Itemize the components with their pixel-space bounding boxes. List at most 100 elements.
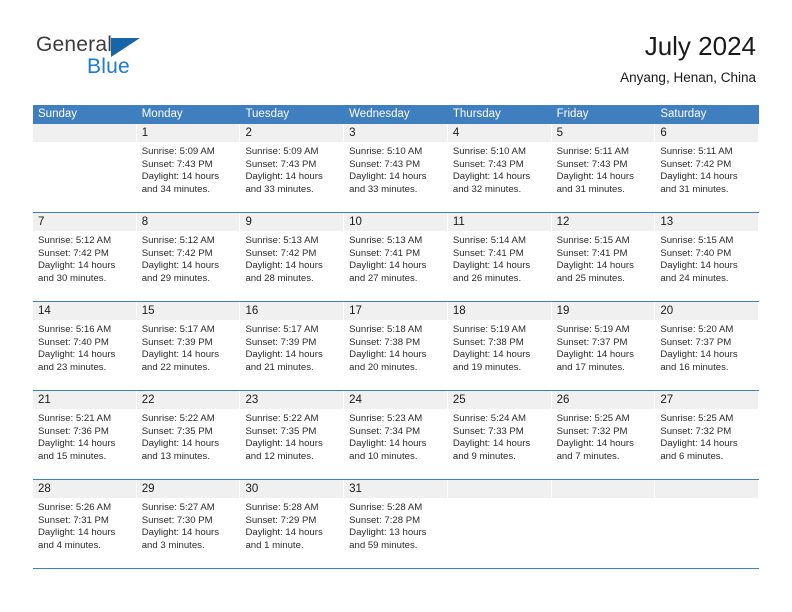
day-cell[interactable]: 4 Sunrise: 5:10 AM Sunset: 7:43 PM Daylight… <box>447 124 552 212</box>
day-cell[interactable]: 18 Sunrise: 5:19 AM Sunset: 7:38 PM Dayligh… <box>447 302 552 390</box>
day-detail-line: Sunrise: 5:22 AM <box>141 413 215 424</box>
day-cell[interactable]: 5 Sunrise: 5:11 AM Sunset: 7:43 PM Daylight… <box>551 124 656 212</box>
day-detail-line: and 31 minutes. <box>556 183 625 195</box>
day-cell[interactable]: 23 Sunrise: 5:22 AM Sunset: 7:35 PM Dayligh… <box>240 391 345 479</box>
calendar-weeks: 1 Sunrise: 5:09 AM Sunset: 7:43 PM Daylight… <box>33 124 760 569</box>
day-detail-line: and 7 minutes. <box>556 450 620 462</box>
day-detail-line: Sunset: 7:39 PM <box>245 336 317 348</box>
day-detail-line: Daylight: 14 hours <box>660 349 738 361</box>
day-detail-line: Sunset: 7:43 PM <box>452 158 524 170</box>
day-cell[interactable]: 6 Sunrise: 5:11 AM Sunset: 7:42 PM Daylight… <box>655 124 760 212</box>
day-detail-line: Daylight: 14 hours <box>452 171 531 183</box>
day-detail-line: Daylight: 14 hours <box>452 349 531 361</box>
day-cell[interactable]: 30 Sunrise: 5:28 AM Sunset: 7:29 PM Dayligh… <box>240 480 345 568</box>
day-detail-line: Daylight: 14 hours <box>349 260 427 272</box>
day-number: 27 <box>655 391 760 409</box>
day-number: 3 <box>344 124 448 142</box>
day-detail-line: Sunset: 7:42 PM <box>245 247 317 259</box>
day-detail-line: Sunset: 7:28 PM <box>349 514 421 526</box>
day-cell[interactable]: 16 Sunrise: 5:17 AM Sunset: 7:39 PM Dayligh… <box>240 302 345 390</box>
calendar-week-row: 28 Sunrise: 5:26 AM Sunset: 7:31 PM Dayligh… <box>33 480 760 569</box>
day-detail-line: Daylight: 14 hours <box>245 527 323 539</box>
day-detail-line: Sunset: 7:31 PM <box>38 514 109 526</box>
day-detail-line: Daylight: 14 hours <box>245 171 323 183</box>
day-detail-line: Sunset: 7:42 PM <box>141 247 213 259</box>
day-number: 24 <box>344 391 448 409</box>
day-cell[interactable]: 1 Sunrise: 5:09 AM Sunset: 7:43 PM Daylight… <box>136 124 241 212</box>
day-detail-line: Daylight: 14 hours <box>141 171 220 183</box>
day-number: 10 <box>344 213 448 231</box>
day-details: Sunrise: 5:15 AM Sunset: 7:41 PM Daylight:… <box>552 231 656 285</box>
day-cell[interactable]: 10 Sunrise: 5:13 AM Sunset: 7:41 PM Dayligh… <box>344 213 448 301</box>
day-detail-line: and 15 minutes. <box>38 450 107 462</box>
day-cell[interactable]: 28 Sunrise: 5:26 AM Sunset: 7:31 PM Dayligh… <box>33 480 137 568</box>
day-detail-line: Sunrise: 5:13 AM <box>245 235 319 246</box>
day-details: Sunrise: 5:23 AM Sunset: 7:34 PM Daylight:… <box>344 409 448 463</box>
day-cell[interactable]: 20 Sunrise: 5:20 AM Sunset: 7:37 PM Dayligh… <box>655 302 760 390</box>
day-detail-line: Daylight: 14 hours <box>141 438 220 450</box>
day-cell[interactable]: 15 Sunrise: 5:17 AM Sunset: 7:39 PM Dayligh… <box>136 302 241 390</box>
day-cell[interactable]: 24 Sunrise: 5:23 AM Sunset: 7:34 PM Dayligh… <box>344 391 448 479</box>
day-cell[interactable]: 13 Sunrise: 5:15 AM Sunset: 7:40 PM Dayligh… <box>655 213 760 301</box>
day-cell[interactable]: 9 Sunrise: 5:13 AM Sunset: 7:42 PM Daylight… <box>240 213 345 301</box>
day-detail-line: Sunrise: 5:11 AM <box>556 146 629 157</box>
day-details: Sunrise: 5:12 AM Sunset: 7:42 PM Daylight:… <box>33 231 137 285</box>
day-detail-line: Sunset: 7:42 PM <box>38 247 109 259</box>
day-detail-line: Sunrise: 5:17 AM <box>245 324 319 335</box>
general-blue-logo[interactable]: General Blue <box>36 33 236 85</box>
day-number: 15 <box>136 302 241 320</box>
day-cell[interactable]: 7 Sunrise: 5:12 AM Sunset: 7:42 PM Daylight… <box>33 213 137 301</box>
day-number: 20 <box>655 302 760 320</box>
day-detail-line: and 30 minutes. <box>38 272 107 284</box>
day-cell[interactable]: 31 Sunrise: 5:28 AM Sunset: 7:28 PM Dayligh… <box>344 480 448 568</box>
day-details: Sunrise: 5:25 AM Sunset: 7:32 PM Daylight:… <box>552 409 656 463</box>
day-number: 1 <box>136 124 241 142</box>
day-details: Sunrise: 5:13 AM Sunset: 7:42 PM Daylight:… <box>240 231 344 285</box>
day-detail-line: Daylight: 14 hours <box>349 349 427 361</box>
day-detail-line: and 34 minutes. <box>141 183 210 195</box>
day-cell[interactable]: 29 Sunrise: 5:27 AM Sunset: 7:30 PM Dayligh… <box>136 480 241 568</box>
day-cell[interactable]: 12 Sunrise: 5:15 AM Sunset: 7:41 PM Dayligh… <box>551 213 656 301</box>
day-cell[interactable]: 25 Sunrise: 5:24 AM Sunset: 7:33 PM Dayligh… <box>447 391 552 479</box>
day-cell[interactable]: 17 Sunrise: 5:18 AM Sunset: 7:38 PM Dayligh… <box>344 302 448 390</box>
day-cell[interactable]: 21 Sunrise: 5:21 AM Sunset: 7:36 PM Dayligh… <box>33 391 137 479</box>
day-detail-line: Daylight: 14 hours <box>556 349 634 361</box>
day-number: 5 <box>551 124 656 142</box>
day-cell[interactable]: 26 Sunrise: 5:25 AM Sunset: 7:32 PM Dayligh… <box>551 391 656 479</box>
title-block: July 2024 Anyang, Henan, China <box>620 30 756 88</box>
day-details: Sunrise: 5:09 AM Sunset: 7:43 PM Daylight:… <box>240 142 344 196</box>
day-detail-line: Sunset: 7:37 PM <box>660 336 732 348</box>
day-cell[interactable]: 19 Sunrise: 5:19 AM Sunset: 7:37 PM Dayligh… <box>551 302 656 390</box>
day-details: Sunrise: 5:14 AM Sunset: 7:41 PM Daylight:… <box>448 231 552 285</box>
day-detail-line: Sunset: 7:29 PM <box>245 514 317 526</box>
day-cell[interactable]: 22 Sunrise: 5:22 AM Sunset: 7:35 PM Dayligh… <box>136 391 241 479</box>
day-detail-line: Daylight: 14 hours <box>452 260 531 272</box>
day-detail-line: Daylight: 14 hours <box>660 438 738 450</box>
day-detail-line: Sunrise: 5:16 AM <box>38 324 112 335</box>
weekday-header-friday: Friday <box>556 108 589 120</box>
day-detail-line: Sunset: 7:41 PM <box>556 247 628 259</box>
day-cell[interactable]: 3 Sunrise: 5:10 AM Sunset: 7:43 PM Daylight… <box>344 124 448 212</box>
day-detail-line: and 20 minutes. <box>349 361 418 373</box>
day-detail-line: Sunrise: 5:18 AM <box>349 324 423 335</box>
day-detail-line: Sunset: 7:43 PM <box>141 158 213 170</box>
page-title: July 2024 <box>644 31 756 61</box>
day-cell[interactable]: 11 Sunrise: 5:14 AM Sunset: 7:41 PM Dayligh… <box>447 213 552 301</box>
day-cell[interactable]: 2 Sunrise: 5:09 AM Sunset: 7:43 PM Daylight… <box>240 124 345 212</box>
day-number: 11 <box>447 213 552 231</box>
day-detail-line: Daylight: 14 hours <box>141 527 220 539</box>
page-subtitle: Anyang, Henan, China <box>620 70 756 85</box>
day-number: 2 <box>240 124 345 142</box>
day-cell[interactable]: 27 Sunrise: 5:25 AM Sunset: 7:32 PM Dayligh… <box>655 391 760 479</box>
day-number: 6 <box>655 124 760 142</box>
day-cell[interactable]: 8 Sunrise: 5:12 AM Sunset: 7:42 PM Daylight… <box>136 213 241 301</box>
brand-name-blue: Blue <box>87 55 130 78</box>
day-detail-line: Daylight: 14 hours <box>245 349 323 361</box>
day-cell[interactable]: 14 Sunrise: 5:16 AM Sunset: 7:40 PM Dayligh… <box>33 302 137 390</box>
day-detail-line: Daylight: 14 hours <box>660 260 738 272</box>
day-detail-line: Sunset: 7:40 PM <box>660 247 732 259</box>
weekday-header-sunday: Sunday <box>38 108 78 120</box>
day-detail-line: Sunset: 7:36 PM <box>38 425 109 437</box>
day-detail-line: Sunrise: 5:12 AM <box>38 235 112 246</box>
day-detail-line: Sunrise: 5:28 AM <box>245 502 319 513</box>
